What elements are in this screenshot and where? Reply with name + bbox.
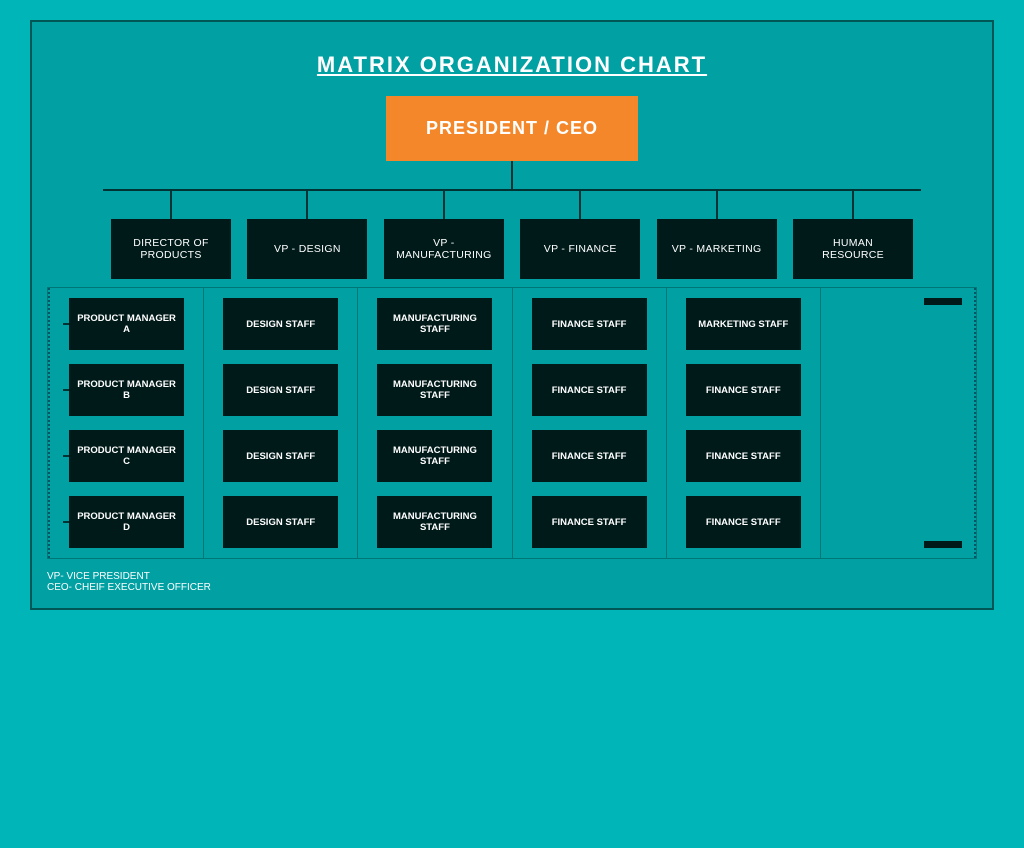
- staff-grid: PRODUCT MANAGER A PRODUCT MANAGER B PROD…: [47, 287, 977, 559]
- staff-box-1-2: DESIGN STAFF: [223, 430, 338, 482]
- vp-item-2: VP - MANUFACTURING: [376, 191, 512, 279]
- vp-drop-0: [170, 191, 172, 219]
- grid-col-0: PRODUCT MANAGER A PRODUCT MANAGER B PROD…: [48, 288, 204, 558]
- vp-drop-2: [443, 191, 445, 219]
- legend: VP- VICE PRESIDENT CEO- CHEIF EXECUTIVE …: [47, 571, 977, 593]
- staff-box-3-3: FINANCE STAFF: [532, 496, 647, 548]
- vp-item-5: HUMAN RESOURCE: [785, 191, 921, 279]
- staff-box-1-1: DESIGN STAFF: [223, 364, 338, 416]
- staff-box-2-1: MANUFACTURING STAFF: [377, 364, 492, 416]
- vp-item-4: VP - MARKETING: [648, 191, 784, 279]
- pm-connector-3: [63, 521, 69, 523]
- staff-box-3-2: FINANCE STAFF: [532, 430, 647, 482]
- staff-box-4-2: FINANCE STAFF: [686, 430, 801, 482]
- vp-item-3: VP - FINANCE: [512, 191, 648, 279]
- staff-box-2-2: MANUFACTURING STAFF: [377, 430, 492, 482]
- vp-drop-3: [579, 191, 581, 219]
- staff-box-3-0: FINANCE STAFF: [532, 298, 647, 350]
- h-bar-container: [103, 189, 921, 191]
- vp-box-2: VP - MANUFACTURING: [384, 219, 504, 279]
- vp-item-1: VP - DESIGN: [239, 191, 375, 279]
- staff-box-2-3: MANUFACTURING STAFF: [377, 496, 492, 548]
- staff-box-3-1: FINANCE STAFF: [532, 364, 647, 416]
- chart-wrapper: MATRIX ORGANIZATION CHART PRESIDENT / CE…: [30, 20, 994, 610]
- pm-box-2: PRODUCT MANAGER C: [69, 430, 184, 482]
- staff-box-4-1: FINANCE STAFF: [686, 364, 801, 416]
- hr-top-bar: [924, 298, 962, 305]
- pm-box-0: PRODUCT MANAGER A: [69, 298, 184, 350]
- staff-box-2-0: MANUFACTURING STAFF: [377, 298, 492, 350]
- vp-box-0: DIRECTOR OF PRODUCTS: [111, 219, 231, 279]
- grid-col-5: [821, 288, 976, 558]
- grid-col-1: DESIGN STAFF DESIGN STAFF DESIGN STAFF D…: [204, 288, 358, 558]
- hr-bottom-bar: [924, 541, 962, 548]
- vp-box-4: VP - MARKETING: [657, 219, 777, 279]
- ceo-drop-line: [511, 161, 513, 189]
- grid-col-3: FINANCE STAFF FINANCE STAFF FINANCE STAF…: [513, 288, 667, 558]
- top-section: PRESIDENT / CEO: [47, 96, 977, 189]
- pm-box-3: PRODUCT MANAGER D: [69, 496, 184, 548]
- vp-row: DIRECTOR OF PRODUCTS VP - DESIGN VP - MA…: [103, 191, 921, 279]
- grid-col-2: MANUFACTURING STAFF MANUFACTURING STAFF …: [358, 288, 512, 558]
- vp-box-1: VP - DESIGN: [247, 219, 367, 279]
- pm-connector-2: [63, 455, 69, 457]
- vp-item-0: DIRECTOR OF PRODUCTS: [103, 191, 239, 279]
- legend-line2: CEO- CHEIF EXECUTIVE OFFICER: [47, 582, 977, 593]
- h-bar: [103, 189, 921, 191]
- vp-box-3: VP - FINANCE: [520, 219, 640, 279]
- pm-connector-1: [63, 389, 69, 391]
- legend-line1: VP- VICE PRESIDENT: [47, 571, 977, 582]
- grid-col-4: MARKETING STAFF FINANCE STAFF FINANCE ST…: [667, 288, 821, 558]
- vp-drop-4: [716, 191, 718, 219]
- pm-connector-0: [63, 323, 69, 325]
- vp-drop-1: [306, 191, 308, 219]
- staff-box-1-3: DESIGN STAFF: [223, 496, 338, 548]
- vp-drop-5: [852, 191, 854, 219]
- staff-box-1-0: DESIGN STAFF: [223, 298, 338, 350]
- staff-box-4-0: MARKETING STAFF: [686, 298, 801, 350]
- vp-box-5: HUMAN RESOURCE: [793, 219, 913, 279]
- pm-box-1: PRODUCT MANAGER B: [69, 364, 184, 416]
- page-title: MATRIX ORGANIZATION CHART: [47, 52, 977, 78]
- staff-box-4-3: FINANCE STAFF: [686, 496, 801, 548]
- page-container: MATRIX ORGANIZATION CHART PRESIDENT / CE…: [0, 0, 1024, 848]
- ceo-box: PRESIDENT / CEO: [386, 96, 638, 161]
